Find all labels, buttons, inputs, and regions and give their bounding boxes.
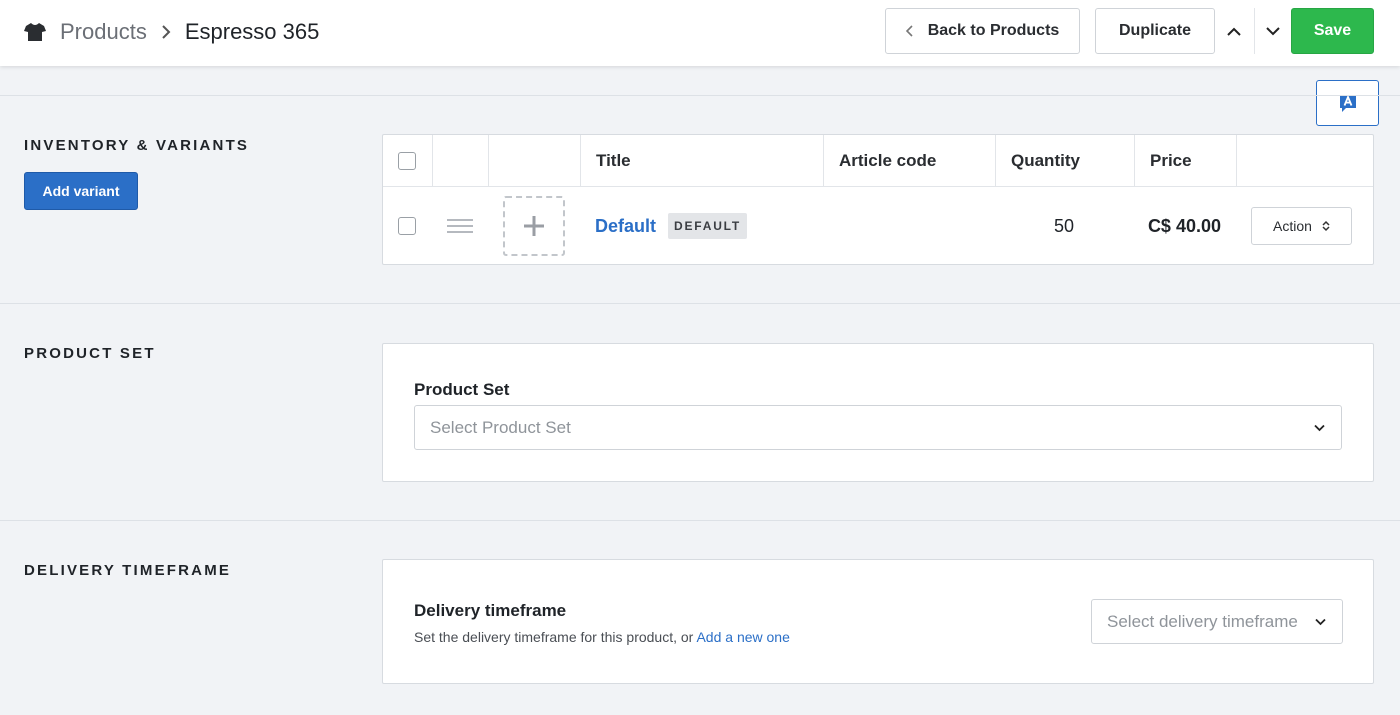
column-header-article-code[interactable]: Article code — [823, 135, 936, 186]
variant-price-cell: C$ 40.00 — [1134, 187, 1221, 265]
next-product-button[interactable] — [1254, 8, 1290, 54]
drag-handle[interactable] — [447, 187, 473, 265]
tshirt-icon — [24, 23, 46, 41]
delivery-timeframe-label: Delivery timeframe — [414, 601, 567, 620]
section-divider — [0, 95, 1400, 96]
select-all-checkbox[interactable] — [398, 151, 416, 170]
variant-action-cell: Action — [1251, 187, 1352, 265]
delivery-timeframe-card: Delivery timeframe Set the delivery time… — [382, 559, 1374, 684]
variants-table: Title Article code Quantity Price Defaul… — [382, 134, 1374, 265]
drag-handle-icon — [447, 219, 473, 233]
plus-icon — [524, 216, 544, 236]
add-variant-button[interactable]: Add variant — [24, 172, 138, 210]
column-divider — [432, 135, 433, 186]
delivery-timeframe-placeholder: Select delivery timeframe — [1107, 611, 1298, 631]
save-button[interactable]: Save — [1291, 8, 1374, 54]
section-divider — [0, 303, 1400, 304]
product-set-placeholder: Select Product Set — [430, 417, 571, 437]
default-badge: DEFAULT — [668, 213, 748, 239]
row-checkbox[interactable] — [398, 217, 416, 235]
product-set-section-title: PRODUCT SET — [24, 345, 156, 362]
image-cell — [503, 187, 565, 265]
chevron-right-icon — [162, 25, 171, 39]
variant-quantity: 50 — [1053, 215, 1074, 236]
table-header-row: Title Article code Quantity Price — [383, 135, 1373, 187]
variant-title-cell: Default DEFAULT — [595, 187, 748, 265]
variant-quantity-cell: 50 — [995, 187, 1074, 265]
sort-caret-icon — [1322, 220, 1330, 232]
add-new-delivery-timeframe-link[interactable]: Add a new one — [696, 629, 789, 645]
inventory-section-title: INVENTORY & VARIANTS — [24, 137, 250, 154]
delivery-timeframe-select[interactable]: Select delivery timeframe — [1091, 599, 1343, 644]
row-select-cell — [398, 187, 416, 265]
delivery-help-text: Set the delivery timeframe for this prod… — [414, 629, 790, 645]
action-dropdown-button[interactable]: Action — [1251, 207, 1352, 245]
chevron-left-icon — [905, 25, 913, 37]
action-label: Action — [1273, 218, 1312, 234]
duplicate-button[interactable]: Duplicate — [1095, 8, 1215, 54]
translate-button[interactable] — [1316, 80, 1379, 126]
product-set-label: Product Set — [414, 380, 510, 399]
variant-title-link[interactable]: Default — [595, 216, 656, 237]
table-row: Default DEFAULT 50 C$ 40.00 Action — [383, 187, 1373, 265]
top-bar: Products Espresso 365 Back to Products D… — [0, 0, 1400, 66]
duplicate-label: Duplicate — [1118, 22, 1191, 39]
translate-icon — [1339, 94, 1356, 112]
product-set-select[interactable]: Select Product Set — [414, 405, 1342, 450]
product-set-card: Product Set Select Product Set — [382, 343, 1374, 482]
back-to-products-label: Back to Products — [927, 22, 1060, 39]
back-to-products-button[interactable]: Back to Products — [885, 8, 1080, 54]
previous-product-button[interactable] — [1216, 8, 1252, 54]
chevron-down-icon — [1314, 424, 1325, 431]
delivery-section-title: DELIVERY TIMEFRAME — [24, 562, 232, 579]
column-divider — [1236, 135, 1237, 186]
select-all-cell — [398, 135, 416, 186]
chevron-down-icon — [1315, 618, 1326, 625]
add-image-placeholder[interactable] — [503, 196, 565, 256]
page-title: Espresso 365 — [184, 19, 320, 44]
section-divider — [0, 520, 1400, 521]
column-header-quantity[interactable]: Quantity — [995, 135, 1080, 186]
save-label: Save — [1313, 22, 1352, 39]
variant-price: C$ 40.00 — [1147, 215, 1221, 236]
column-divider — [488, 135, 489, 186]
breadcrumb: Products Espresso 365 — [24, 17, 319, 47]
breadcrumb-products-link[interactable]: Products — [60, 19, 147, 45]
column-header-title[interactable]: Title — [580, 135, 631, 186]
column-header-price[interactable]: Price — [1134, 135, 1192, 186]
chevron-up-icon — [1227, 27, 1241, 36]
chevron-down-icon — [1265, 26, 1280, 35]
